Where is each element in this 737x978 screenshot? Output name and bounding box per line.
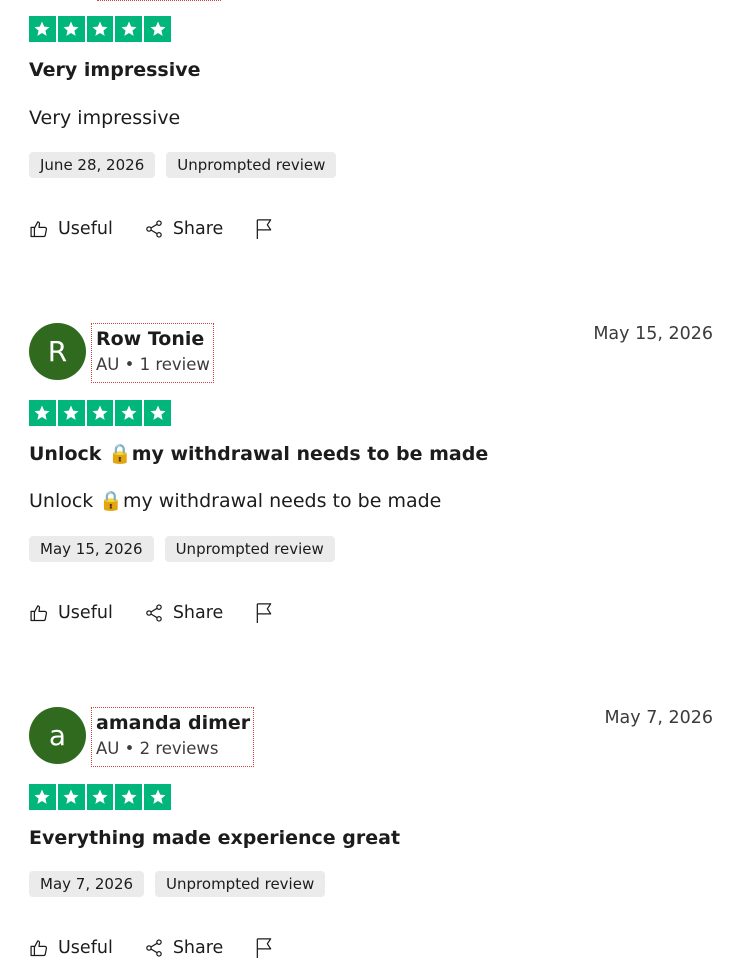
share-label: Share [172, 603, 224, 623]
avatar[interactable]: a [29, 707, 86, 764]
share-button[interactable]: Share [144, 219, 224, 239]
star-icon [29, 16, 56, 42]
thumbs-up-icon [29, 603, 49, 623]
report-button[interactable] [254, 937, 274, 959]
reviewer-meta: AU • 2 reviews [96, 739, 219, 758]
unprompted-tag: Unprompted review [166, 152, 337, 178]
thumbs-up-icon [29, 938, 49, 958]
star-icon [29, 784, 56, 810]
useful-label: Useful [58, 219, 113, 239]
report-button[interactable] [254, 218, 274, 240]
date-tag: May 7, 2026 [29, 871, 145, 897]
star-icon [115, 16, 143, 42]
share-button[interactable]: Share [144, 603, 224, 623]
star-icon [57, 400, 85, 426]
star-icon [57, 16, 85, 42]
useful-label: Useful [58, 603, 113, 623]
flag-icon [254, 937, 274, 959]
star-icon [115, 400, 143, 426]
star-rating [29, 784, 171, 810]
share-icon [144, 603, 164, 623]
share-button[interactable]: Share [144, 938, 224, 958]
review-actions: Useful Share [29, 214, 274, 244]
useful-button[interactable]: Useful [29, 938, 113, 958]
star-rating [29, 400, 171, 426]
review-title: Very impressive [29, 59, 201, 81]
unprompted-tag: Unprompted review [164, 536, 335, 562]
star-icon [57, 784, 85, 810]
review-header: a amanda dimer AU • 2 reviews May 7, 202… [29, 707, 713, 771]
review-body: Very impressive [29, 107, 181, 129]
review-body: Unlock 🔒my withdrawal needs to be made [29, 490, 442, 512]
useful-label: Useful [58, 938, 113, 958]
star-icon [86, 400, 114, 426]
previous-profile-highlight-edge [97, 0, 221, 3]
unprompted-tag: Unprompted review [155, 871, 326, 897]
star-rating [29, 16, 713, 42]
avatar[interactable]: R [29, 323, 86, 380]
date-tag: May 15, 2026 [29, 536, 154, 562]
star-icon [144, 784, 171, 810]
star-icon [29, 400, 56, 426]
reviewer-profile-link[interactable]: Row Tonie AU • 1 review [91, 323, 214, 383]
star-icon [115, 784, 143, 810]
share-label: Share [172, 219, 224, 239]
review-header: R Row Tonie AU • 1 review May 15, 2026 [29, 323, 713, 387]
reviewer-name: Row Tonie [96, 328, 205, 350]
share-icon [144, 219, 164, 239]
reviewer-meta: AU • 1 review [96, 355, 210, 374]
flag-icon [254, 602, 274, 624]
useful-button[interactable]: Useful [29, 219, 113, 239]
star-icon [86, 16, 114, 42]
review-tags: June 28, 2026 Unprompted review [29, 152, 337, 178]
reviewer-name: amanda dimer [96, 712, 251, 734]
thumbs-up-icon [29, 219, 49, 239]
report-button[interactable] [254, 602, 274, 624]
date-tag: June 28, 2026 [29, 152, 156, 178]
star-icon [86, 784, 114, 810]
share-label: Share [172, 938, 224, 958]
review-actions: Useful Share [29, 598, 274, 628]
review-date: May 7, 2026 [604, 708, 713, 728]
review-actions: Useful Share [29, 933, 274, 963]
review-title: Unlock 🔒my withdrawal needs to be made [29, 443, 489, 465]
review-date: May 15, 2026 [593, 324, 713, 344]
review-tags: May 15, 2026 Unprompted review [29, 536, 335, 562]
share-icon [144, 938, 164, 958]
star-icon [144, 400, 171, 426]
review-title: Everything made experience great [29, 827, 401, 849]
useful-button[interactable]: Useful [29, 603, 113, 623]
reviewer-profile-link[interactable]: amanda dimer AU • 2 reviews [91, 707, 255, 767]
review-tags: May 7, 2026 Unprompted review [29, 871, 326, 897]
review-card: Very impressive Very impressive June 28,… [29, 16, 713, 239]
star-icon [144, 16, 171, 42]
flag-icon [254, 218, 274, 240]
